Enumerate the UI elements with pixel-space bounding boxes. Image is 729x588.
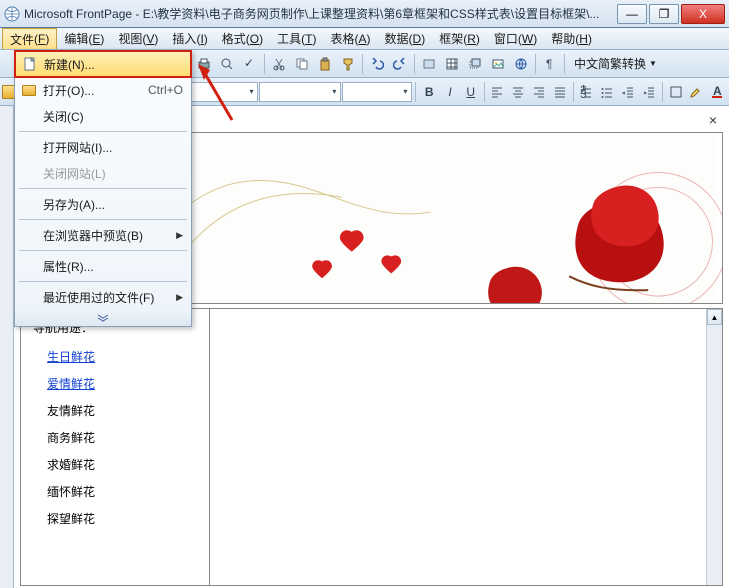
undo-icon[interactable] bbox=[366, 53, 388, 75]
main-frame[interactable]: ▲ bbox=[210, 308, 723, 586]
menu-properties[interactable]: 属性(R)... bbox=[15, 253, 191, 279]
outdent-icon[interactable] bbox=[618, 81, 638, 103]
menu-save-as[interactable]: 另存为(A)... bbox=[15, 191, 191, 217]
new-doc-icon bbox=[22, 56, 38, 72]
layer-icon[interactable] bbox=[464, 53, 486, 75]
nav-text-proposal: 求婚鲜花 bbox=[47, 456, 183, 473]
maximize-button[interactable]: ❐ bbox=[649, 4, 679, 24]
minimize-button[interactable]: — bbox=[617, 4, 647, 24]
align-center-icon[interactable] bbox=[508, 81, 528, 103]
menubar: 文件(F) 编辑(E) 视图(V) 插入(I) 格式(O) 工具(T) 表格(A… bbox=[0, 28, 729, 50]
redo-icon[interactable] bbox=[389, 53, 411, 75]
app-icon bbox=[4, 6, 20, 22]
paste-icon[interactable] bbox=[314, 53, 336, 75]
cn-convert-button[interactable]: 中文简繁转换 ▼ bbox=[568, 53, 663, 75]
show-all-icon[interactable]: ¶ bbox=[539, 53, 561, 75]
indent-icon[interactable] bbox=[639, 81, 659, 103]
menu-new[interactable]: 新建(N)... bbox=[14, 50, 192, 78]
close-button[interactable]: X bbox=[681, 4, 725, 24]
preview-icon[interactable] bbox=[216, 53, 238, 75]
cut-icon[interactable] bbox=[268, 53, 290, 75]
spellcheck-icon[interactable]: ✓ bbox=[239, 53, 261, 75]
nav-text-visit: 探望鲜花 bbox=[47, 510, 183, 527]
scroll-up-icon[interactable]: ▲ bbox=[707, 309, 722, 325]
align-left-icon[interactable] bbox=[488, 81, 508, 103]
menu-open[interactable]: 打开(O)... Ctrl+O bbox=[15, 77, 191, 103]
menu-insert[interactable]: 插入(I) bbox=[165, 28, 214, 49]
menu-expand-chevron[interactable] bbox=[15, 310, 191, 326]
nav-text-memorial: 缅怀鲜花 bbox=[47, 483, 183, 500]
window-title: Microsoft FrontPage - E:\教学资料\电子商务网页制作\上… bbox=[24, 5, 615, 22]
highlight-icon[interactable] bbox=[686, 81, 706, 103]
table-icon[interactable] bbox=[441, 53, 463, 75]
align-justify-icon[interactable] bbox=[550, 81, 570, 103]
menu-view[interactable]: 视图(V) bbox=[111, 28, 165, 49]
window-controls: — ❐ X bbox=[615, 4, 725, 24]
svg-text:¶: ¶ bbox=[546, 57, 552, 71]
font-color-icon[interactable]: A bbox=[707, 81, 727, 103]
menu-close[interactable]: 关闭(C) bbox=[15, 103, 191, 129]
borders-icon[interactable] bbox=[666, 81, 686, 103]
menu-window[interactable]: 窗口(W) bbox=[487, 28, 544, 49]
menu-format[interactable]: 格式(O) bbox=[215, 28, 270, 49]
align-right-icon[interactable] bbox=[529, 81, 549, 103]
svg-text:✓: ✓ bbox=[244, 57, 254, 70]
nav-frame[interactable]: 导航用途： 生日鲜花 爱情鲜花 友情鲜花 商务鲜花 求婚鲜花 缅怀鲜花 探望鲜花 bbox=[20, 308, 210, 586]
picture-icon[interactable] bbox=[487, 53, 509, 75]
copy-icon[interactable] bbox=[291, 53, 313, 75]
nav-link-birthday[interactable]: 生日鲜花 bbox=[47, 348, 183, 365]
menu-recent-files[interactable]: 最近使用过的文件(F)▶ bbox=[15, 284, 191, 310]
menu-data[interactable]: 数据(D) bbox=[378, 28, 433, 49]
bold-button[interactable]: B bbox=[419, 81, 439, 103]
menu-preview-browser[interactable]: 在浏览器中预览(B)▶ bbox=[15, 222, 191, 248]
web-component-icon[interactable] bbox=[418, 53, 440, 75]
hyperlink-icon[interactable] bbox=[510, 53, 532, 75]
menu-help[interactable]: 帮助(H) bbox=[544, 28, 599, 49]
nav-link-love[interactable]: 爱情鲜花 bbox=[47, 375, 183, 392]
italic-button[interactable]: I bbox=[440, 81, 460, 103]
menu-file[interactable]: 文件(F) bbox=[2, 28, 57, 49]
svg-text:3: 3 bbox=[580, 87, 587, 99]
format-painter-icon[interactable] bbox=[337, 53, 359, 75]
numbering-icon[interactable]: 123 bbox=[577, 81, 597, 103]
font-combo[interactable]: ▾ bbox=[259, 82, 341, 102]
menu-table[interactable]: 表格(A) bbox=[324, 28, 378, 49]
menu-edit[interactable]: 编辑(E) bbox=[57, 28, 111, 49]
left-gutter bbox=[0, 106, 14, 588]
menu-close-site: 关闭网站(L) bbox=[15, 160, 191, 186]
vertical-scrollbar[interactable]: ▲ bbox=[706, 309, 722, 585]
underline-button[interactable]: U bbox=[461, 81, 481, 103]
menu-open-site[interactable]: 打开网站(I)... bbox=[15, 134, 191, 160]
nav-text-friendship: 友情鲜花 bbox=[47, 402, 183, 419]
menu-tools[interactable]: 工具(T) bbox=[270, 28, 323, 49]
nav-text-business: 商务鲜花 bbox=[47, 429, 183, 446]
open-icon bbox=[21, 82, 37, 98]
doc-close-icon[interactable]: × bbox=[705, 112, 721, 128]
menu-frame[interactable]: 框架(R) bbox=[432, 28, 487, 49]
print-icon[interactable] bbox=[193, 53, 215, 75]
bullets-icon[interactable] bbox=[597, 81, 617, 103]
file-menu-dropdown: 新建(N)... 打开(O)... Ctrl+O 关闭(C) 打开网站(I)..… bbox=[14, 50, 192, 327]
size-combo[interactable]: ▾ bbox=[342, 82, 412, 102]
titlebar: Microsoft FrontPage - E:\教学资料\电子商务网页制作\上… bbox=[0, 0, 729, 28]
